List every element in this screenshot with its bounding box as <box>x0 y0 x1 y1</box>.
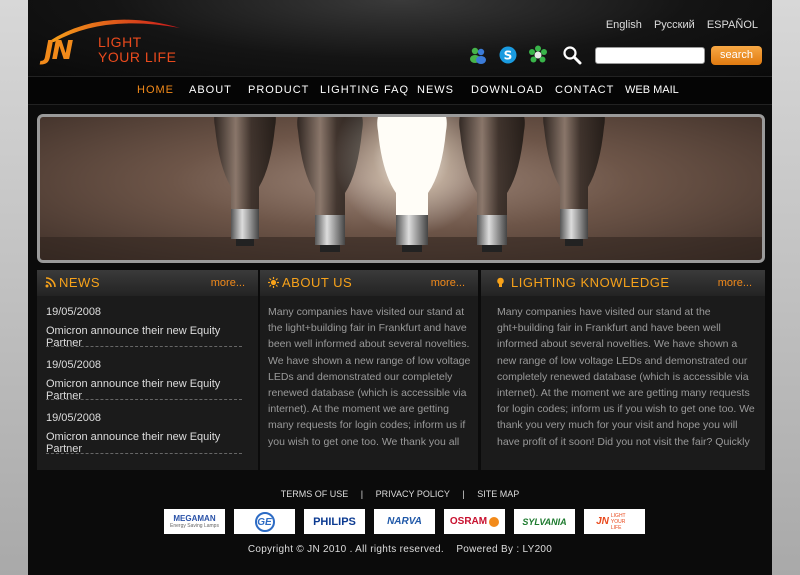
header-icons: S <box>468 44 582 66</box>
news-date: 19/05/2008 <box>46 359 102 371</box>
skype-icon[interactable]: S <box>498 45 518 65</box>
search-icon[interactable] <box>562 45 582 65</box>
nav-lighting-faq[interactable]: LIGHTING FAQ <box>320 84 409 96</box>
brand-narva[interactable]: NARVA <box>374 509 435 534</box>
lightbulb-icon <box>497 277 504 287</box>
brand-name: PHILIPS <box>313 515 356 528</box>
news-header: NEWS more... <box>37 270 258 296</box>
brand-osram[interactable]: OSRAM <box>444 509 505 534</box>
about-more-link[interactable]: more... <box>431 277 465 289</box>
knowledge-panel: LIGHTING KNOWLEDGE more... Many companie… <box>481 270 765 470</box>
news-link[interactable]: Omicron announce their new Equity Partne… <box>46 431 258 455</box>
nav-about[interactable]: ABOUT <box>189 84 232 96</box>
msn-icon[interactable] <box>468 45 488 65</box>
news-divider <box>46 399 242 400</box>
nav-news[interactable]: NEWS <box>417 84 454 96</box>
lang-spanish[interactable]: ESPAÑOL <box>707 19 758 31</box>
brand-name: GE <box>254 511 275 532</box>
terms-link[interactable]: TERMS OF USE <box>281 489 349 499</box>
brand-name: SYLVANIA <box>522 516 567 527</box>
news-title: NEWS <box>59 275 100 290</box>
copyright: Copyright © JN 2010 . All rights reserve… <box>28 544 772 555</box>
footer-links: TERMS OF USE | PRIVACY POLICY | SITE MAP <box>28 489 772 499</box>
knowledge-text: Many companies have visited our stand at… <box>497 306 755 448</box>
brand-name: MEGAMAN <box>173 514 216 523</box>
footer-separator: | <box>360 489 364 499</box>
hero-banner <box>37 114 765 263</box>
sitemap-link[interactable]: SITE MAP <box>477 489 519 499</box>
language-switcher: English Русский ESPAÑOL <box>597 19 758 31</box>
brand-jn[interactable]: JN LIGHT YOUR LIFE <box>584 509 645 534</box>
footer-separator: | <box>462 489 465 499</box>
icq-icon[interactable] <box>528 45 548 65</box>
privacy-link[interactable]: PRIVACY POLICY <box>376 489 450 499</box>
logo-line-2: YOUR LIFE <box>98 49 177 65</box>
news-divider <box>46 346 242 347</box>
brand-name: NARVA <box>387 516 422 527</box>
page-container: JN LIGHT YOUR LIFE English Русский ESPAÑ… <box>28 0 772 575</box>
lang-english[interactable]: English <box>606 19 642 31</box>
main-nav: HOME ABOUT PRODUCT LIGHTING FAQ NEWS DOW… <box>28 76 772 105</box>
brand-megaman[interactable]: MEGAMAN Energy Saving Lamps <box>164 509 225 534</box>
news-date: 19/05/2008 <box>46 306 102 318</box>
about-panel: ABOUT US more... Many companies have vis… <box>260 270 478 470</box>
svg-text:S: S <box>504 49 513 63</box>
brand-name: OSRAM <box>449 516 488 527</box>
about-text: Many companies have visited our stand at… <box>268 306 471 448</box>
brand-ge[interactable]: GE <box>234 509 295 534</box>
page-side-right <box>772 0 800 575</box>
about-header: ABOUT US more... <box>260 270 478 296</box>
nav-contact[interactable]: CONTACT <box>555 84 614 96</box>
nav-home[interactable]: HOME <box>137 84 174 96</box>
nav-download[interactable]: DOWNLOAD <box>471 84 544 96</box>
news-more-link[interactable]: more... <box>211 277 245 289</box>
logo-line-1: LIGHT <box>98 34 142 50</box>
knowledge-more-link[interactable]: more... <box>718 277 752 289</box>
news-panel: NEWS more... 19/05/2008 Omicron announce… <box>37 270 258 470</box>
news-date: 19/05/2008 <box>46 412 102 424</box>
nav-web-mail[interactable]: WEB MAIL <box>625 84 679 96</box>
search-input[interactable] <box>595 47 705 64</box>
brand-sub: LIGHT YOUR LIFE <box>610 512 626 531</box>
brand-sylvania[interactable]: SYLVANIA <box>514 509 575 534</box>
page-side-left <box>0 0 28 575</box>
osram-bulb-icon <box>489 516 500 527</box>
nav-product[interactable]: PRODUCT <box>248 84 309 96</box>
logo[interactable]: JN LIGHT YOUR LIFE <box>42 12 192 68</box>
sun-icon <box>268 277 279 288</box>
rss-icon <box>45 277 56 288</box>
lang-russian[interactable]: Русский <box>654 19 695 31</box>
brand-name: JN <box>596 516 609 527</box>
knowledge-header: LIGHTING KNOWLEDGE more... <box>481 270 765 296</box>
search-button[interactable]: search <box>711 46 762 65</box>
brand-sub: Energy Saving Lamps <box>170 523 219 529</box>
brand-philips[interactable]: PHILIPS <box>304 509 365 534</box>
knowledge-title: LIGHTING KNOWLEDGE <box>511 275 670 290</box>
light-bulbs-image <box>40 117 762 260</box>
about-title: ABOUT US <box>282 275 353 290</box>
brand-logos: MEGAMAN Energy Saving Lamps GE PHILIPS N… <box>164 509 645 534</box>
news-divider <box>46 453 242 454</box>
copyright-text: Copyright © JN 2010 . All rights reserve… <box>247 544 444 555</box>
logo-mark: JN <box>44 36 73 66</box>
powered-by: Powered By : LY200 <box>456 544 553 555</box>
header: JN LIGHT YOUR LIFE English Русский ESPAÑ… <box>28 0 772 76</box>
